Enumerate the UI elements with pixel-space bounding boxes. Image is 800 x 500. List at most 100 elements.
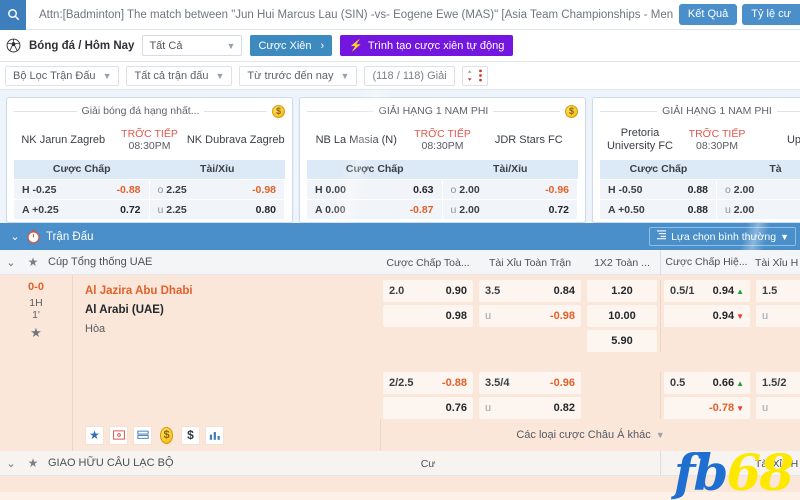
card-league-row: GIẢI HẠNG 1 NAM PHI [600,102,800,120]
handicap-ft2-away[interactable]: 0.76 [383,397,473,419]
coin-dollar-icon[interactable]: $ [157,426,176,445]
star-icon[interactable]: ★ [22,255,44,269]
normal-view-select[interactable]: Lựa chọn bình thường ▼ [649,227,796,246]
live-label: TRỠC TIẾP [121,128,178,140]
card-league-name: GIẢI HẠNG 1 NAM PHI [662,105,772,117]
sort-updown-icon[interactable] [461,65,488,86]
divider [493,110,560,112]
match-row: 0-0 1H 1' ★ Al Jazira Abu Dhabi Al Arabi… [0,275,800,419]
stats-bars-icon[interactable] [133,425,152,445]
card-odds-row: A +0.25 0.72 u 2.25 0.80 [14,199,285,219]
match-teams-column: Al Jazira Abu Dhabi Al Arabi (UAE) Hòa [72,275,380,419]
handicap-ht-home-key: 0.5/1 [670,285,695,297]
auto-parlay-button[interactable]: ⚡ Trình tạo cược xiên tự động [340,35,514,56]
handicap-ft-away[interactable]: 0.98 [383,305,473,327]
parlay-label: Cược Xiên [258,39,312,52]
chevron-down-icon: ▼ [340,70,350,81]
league-filter-value: Tất Cả [149,39,183,52]
featured-match-card[interactable]: Giải bóng đá hạng nhất... $ NK Jarun Zag… [6,97,293,223]
overunder-header: Tài/Xỉu [200,163,235,175]
handicap-away-value: 0.72 [120,203,141,216]
overunder-ht2-column: 1.5/2 u [753,372,800,419]
handicap-ht-away[interactable]: 0.94 ▼ [664,305,750,327]
league-count-badge[interactable]: (118 / 118) Giải [364,65,455,86]
handicap-ft-home-key: 2.0 [389,285,405,297]
collapse-league-caret[interactable]: ⌄ [0,256,22,269]
handicap-home-key: H 0.00 [315,183,346,196]
chart-bars-icon[interactable] [205,425,224,445]
card-odds-row: H 0.00 0.63 o 2.00 -0.96 [307,179,578,199]
match-score: 0-0 [28,281,44,293]
star-icon[interactable]: ★ [0,325,72,341]
handicap-ht-home[interactable]: 0.5/1 0.94 ▲ [664,280,750,302]
handicap-home-cell[interactable]: H -0.50 0.88 [600,180,716,199]
card-odds-row: H -0.50 0.88 o 2.00 [600,179,800,199]
league-filter-select[interactable]: Tất Cả ▼ [142,35,243,56]
collapse-league-caret-2[interactable]: ⌄ [0,457,22,470]
other-asian-bets-button[interactable]: Các loại cược Châu Á khác ▼ [516,429,664,441]
dollar-icon[interactable]: $ [181,425,200,445]
divider [204,110,267,112]
overunder-ht2-over-key: 1.5/2 [762,377,787,389]
match-filter-dropdown[interactable]: Bộ Lọc Trận Đấu ▼ [5,65,120,86]
handicap-home-cell[interactable]: H 0.00 0.63 [307,180,442,199]
card-away-team: NK Dubrava Zagreb [186,133,285,146]
onextwo-away[interactable]: 10.00 [587,305,657,327]
handicap-away-cell[interactable]: A +0.50 0.88 [600,200,716,219]
onextwo-home[interactable]: 1.20 [587,280,657,302]
column-header-handicap-ht: Cược Chấp Hiệ... [660,250,752,275]
field-icon[interactable] [109,425,128,445]
odds-button[interactable]: Tỷ lệ cư [742,4,800,25]
handicap-ft-home[interactable]: 2.0 0.90 [383,280,473,302]
chevron-down-icon: ▼ [226,40,236,51]
handicap-ft2-home[interactable]: 2/2.5 -0.88 [383,372,473,394]
overunder-under-value: 0.72 [548,203,569,216]
handicap-ht2-away[interactable]: -0.78 ▼ [664,397,750,419]
results-button[interactable]: Kết Quả [678,4,738,25]
star-icon[interactable]: ★ [22,456,44,470]
overunder-under-cell[interactable]: u 2.00 0.72 [442,200,577,219]
sort-lines-icon [656,230,667,243]
handicap-home-cell[interactable]: H -0.25 -0.88 [14,180,149,199]
collapse-section-caret[interactable]: ⌄ [4,230,26,243]
overunder-under-key: u 2.00 [725,203,755,216]
overunder-ht-over-key: 1.5 [762,285,778,297]
card-live-info: TRỠC TIẾP 08:30PM [113,128,187,152]
overunder-under-cell[interactable]: u 2.00 [717,200,800,219]
featured-match-card[interactable]: GIẢI HẠNG 1 NAM PHI Pretoria University … [592,97,800,223]
handicap-ht2-home[interactable]: 0.5 0.66 ▲ [664,372,750,394]
card-odds-row: H -0.25 -0.88 o 2.25 -0.98 [14,179,285,199]
handicap-away-cell[interactable]: A 0.00 -0.87 [307,200,442,219]
column-header-2-handicap-ht [660,451,752,476]
lightning-icon: ⚡ [349,40,363,52]
time-range-dropdown[interactable]: Từ trước đến nay ▼ [239,65,358,86]
overunder-ft2-over[interactable]: 3.5/4 -0.96 [479,372,581,394]
overunder-ht-under-key: u [762,310,769,322]
star-icon[interactable]: ★ [85,425,104,445]
overunder-ft-under[interactable]: u -0.98 [479,305,581,327]
overunder-over-cell[interactable]: o 2.25 -0.98 [149,180,284,199]
home-team-name[interactable]: Al Jazira Abu Dhabi [85,282,380,301]
chevron-down-icon: ▼ [655,430,665,440]
search-icon[interactable] [0,0,26,30]
overunder-ft-over[interactable]: 3.5 0.84 [479,280,581,302]
featured-match-card[interactable]: GIẢI HẠNG 1 NAM PHI $ NB La Masia (N) TR… [299,97,586,223]
overunder-over-cell[interactable]: o 2.00 -0.96 [442,180,577,199]
overunder-ht2-over[interactable]: 1.5/2 [756,372,800,394]
overunder-ft2-under[interactable]: u 0.82 [479,397,581,419]
handicap-away-cell[interactable]: A +0.25 0.72 [14,200,149,219]
card-teams: NB La Masia (N) TRỠC TIẾP 08:30PM JDR St… [307,124,578,156]
time-range-label: Từ trước đến nay [247,69,334,82]
column-header-overunder-ft: Tài Xỉu Toàn Trận [488,256,572,269]
overunder-under-cell[interactable]: u 2.25 0.80 [149,200,284,219]
overunder-ht-under[interactable]: u [756,305,800,327]
overunder-ht-over[interactable]: 1.5 [756,280,800,302]
onextwo-draw[interactable]: 5.90 [587,330,657,352]
all-matches-dropdown[interactable]: Tất cả trận đấu ▼ [126,65,233,86]
overunder-over-cell[interactable]: o 2.00 [717,180,800,199]
away-team-name[interactable]: Al Arabi (UAE) [85,301,380,320]
handicap-ft2-column: 2/2.5 -0.88 0.76 [380,372,476,419]
overunder-ht2-under[interactable]: u [756,397,800,419]
overunder-ft2-over-key: 3.5/4 [485,377,510,389]
parlay-button[interactable]: Cược Xiên › [250,35,333,56]
